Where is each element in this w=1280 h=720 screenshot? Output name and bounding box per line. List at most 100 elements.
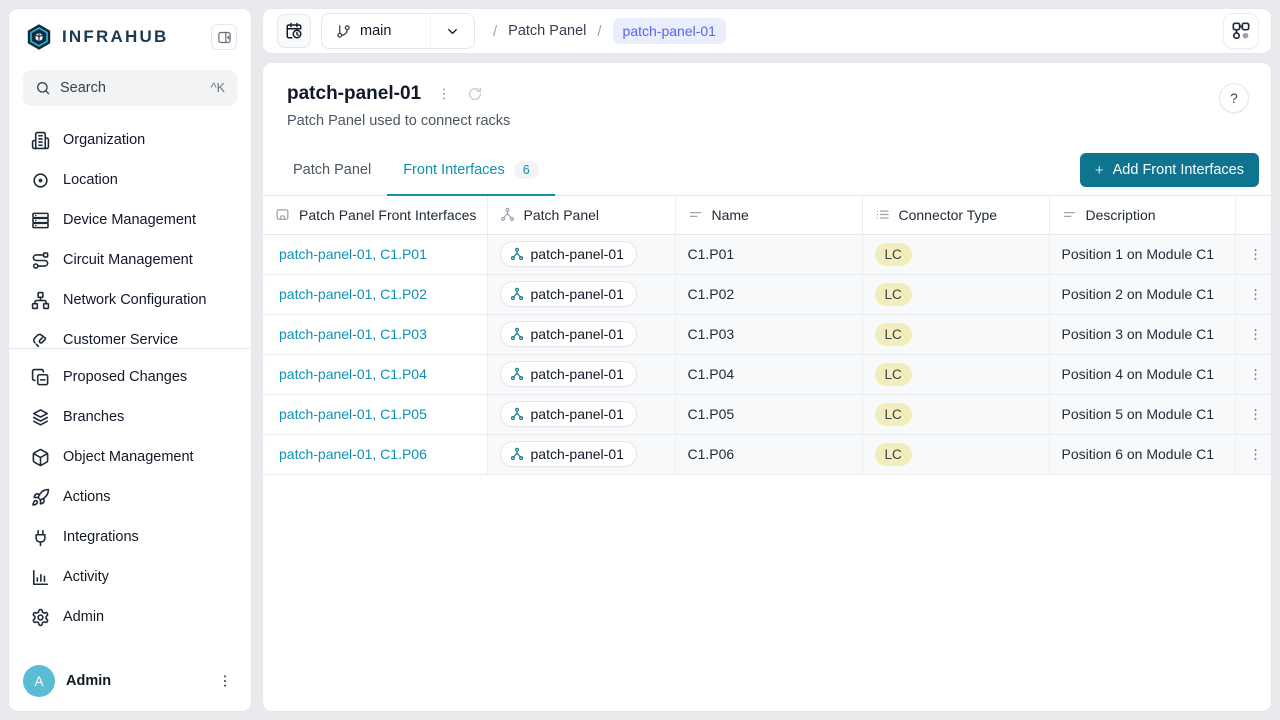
branch-selector[interactable]: main bbox=[321, 13, 475, 49]
sidebar-item[interactable]: Integrations bbox=[21, 517, 239, 557]
calendar-clock-button[interactable] bbox=[277, 14, 311, 48]
table-row[interactable]: patch-panel-01, C1.P06 patch-panel-01 C1… bbox=[263, 434, 1272, 474]
tab-label: Front Interfaces bbox=[403, 162, 505, 178]
sidebar-item-label: Object Management bbox=[63, 449, 194, 465]
connector-type-badge: LC bbox=[875, 443, 912, 466]
locate-icon bbox=[31, 171, 50, 190]
user-menu[interactable]: A Admin bbox=[9, 655, 251, 711]
row-kebab-menu-button[interactable] bbox=[1244, 283, 1266, 305]
tab-front-interfaces[interactable]: Front Interfaces 6 bbox=[387, 145, 555, 195]
cell-patch-panel: patch-panel-01 bbox=[487, 434, 675, 474]
handshake-icon bbox=[31, 331, 50, 349]
patch-panel-chip[interactable]: patch-panel-01 bbox=[500, 281, 637, 307]
row-kebab-menu-button[interactable] bbox=[1244, 403, 1266, 425]
sidebar-item-label: Integrations bbox=[63, 529, 139, 545]
sidebar-item-label: Actions bbox=[63, 489, 111, 505]
patch-panel-chip[interactable]: patch-panel-01 bbox=[500, 241, 637, 267]
column-header[interactable]: Patch Panel Front Interfaces bbox=[263, 196, 487, 234]
branch-selector-value: main bbox=[322, 14, 430, 48]
sidebar-item-label: Device Management bbox=[63, 212, 196, 228]
column-header[interactable]: Connector Type bbox=[862, 196, 1049, 234]
patch-panel-chip[interactable]: patch-panel-01 bbox=[500, 441, 637, 467]
column-header[interactable] bbox=[1235, 196, 1272, 234]
sidebar-item[interactable]: Admin bbox=[21, 597, 239, 637]
cell-name: C1.P05 bbox=[675, 394, 862, 434]
cell-description: Position 4 on Module C1 bbox=[1049, 354, 1235, 394]
sidebar-item[interactable]: Activity bbox=[21, 557, 239, 597]
column-header[interactable]: Patch Panel bbox=[487, 196, 675, 234]
sidebar-item[interactable]: Actions bbox=[21, 477, 239, 517]
table-row[interactable]: patch-panel-01, C1.P04 patch-panel-01 C1… bbox=[263, 354, 1272, 394]
user-kebab-menu-button[interactable] bbox=[213, 669, 237, 693]
kebab-icon bbox=[1248, 287, 1263, 302]
cell-actions bbox=[1235, 234, 1272, 274]
interface-link[interactable]: patch-panel-01, C1.P01 bbox=[279, 246, 427, 262]
sidebar-item-label: Circuit Management bbox=[63, 252, 193, 268]
row-kebab-menu-button[interactable] bbox=[1244, 323, 1266, 345]
sidebar-item[interactable]: Object Management bbox=[21, 437, 239, 477]
interface-link[interactable]: patch-panel-01, C1.P05 bbox=[279, 406, 427, 422]
building-icon bbox=[31, 131, 50, 150]
column-header[interactable]: Name bbox=[675, 196, 862, 234]
branch-name: main bbox=[360, 23, 391, 39]
table-body: patch-panel-01, C1.P01 patch-panel-01 C1… bbox=[263, 234, 1272, 474]
panel-collapse-icon-glyph bbox=[217, 30, 232, 45]
bar-chart-icon bbox=[31, 568, 50, 587]
table-row[interactable]: patch-panel-01, C1.P02 patch-panel-01 C1… bbox=[263, 274, 1272, 314]
refresh-button[interactable] bbox=[467, 86, 483, 102]
interface-link[interactable]: patch-panel-01, C1.P03 bbox=[279, 326, 427, 342]
sidebar-item[interactable]: Customer Service bbox=[21, 320, 239, 348]
hierarchy-icon bbox=[510, 247, 524, 261]
hierarchy-icon bbox=[500, 207, 515, 222]
column-header[interactable]: Description bbox=[1049, 196, 1235, 234]
hierarchy-icon bbox=[510, 287, 524, 301]
breadcrumb-parent[interactable]: Patch Panel bbox=[508, 23, 586, 39]
hierarchy-icon bbox=[510, 407, 524, 421]
cell-description: Position 6 on Module C1 bbox=[1049, 434, 1235, 474]
cell-description: Position 5 on Module C1 bbox=[1049, 394, 1235, 434]
front-interfaces-table: Patch Panel Front Interfaces Patch Panel bbox=[263, 196, 1272, 475]
breadcrumb-current[interactable]: patch-panel-01 bbox=[613, 18, 726, 44]
connector-type-badge: LC bbox=[875, 283, 912, 306]
interface-link[interactable]: patch-panel-01, C1.P06 bbox=[279, 446, 427, 462]
avatar: A bbox=[23, 665, 55, 697]
sidebar-item[interactable]: Proposed Changes bbox=[21, 357, 239, 397]
row-kebab-menu-button[interactable] bbox=[1244, 443, 1266, 465]
sidebar-item[interactable]: Network Configuration bbox=[21, 280, 239, 320]
route-icon bbox=[31, 251, 50, 270]
patch-panel-chip[interactable]: patch-panel-01 bbox=[500, 401, 637, 427]
rocket-icon bbox=[31, 488, 50, 507]
patch-panel-chip[interactable]: patch-panel-01 bbox=[500, 321, 637, 347]
branch-selector-caret[interactable] bbox=[430, 14, 474, 48]
panel-collapse-icon[interactable] bbox=[211, 24, 237, 50]
help-button[interactable]: ? bbox=[1219, 83, 1249, 113]
connector-type-badge: LC bbox=[875, 243, 912, 266]
patch-panel-chip-label: patch-panel-01 bbox=[531, 446, 624, 462]
sidebar-item[interactable]: Device Management bbox=[21, 200, 239, 240]
search-input[interactable]: Search ^K bbox=[23, 70, 237, 106]
cell-actions bbox=[1235, 314, 1272, 354]
sidebar-item[interactable]: Circuit Management bbox=[21, 240, 239, 280]
sidebar-item[interactable]: Branches bbox=[21, 397, 239, 437]
patch-panel-chip[interactable]: patch-panel-01 bbox=[500, 361, 637, 387]
sidebar-item[interactable]: Organization bbox=[21, 120, 239, 160]
search-shortcut: ^K bbox=[211, 81, 225, 95]
interface-link[interactable]: patch-panel-01, C1.P02 bbox=[279, 286, 427, 302]
kebab-icon bbox=[1248, 327, 1263, 342]
table-row[interactable]: patch-panel-01, C1.P05 patch-panel-01 C1… bbox=[263, 394, 1272, 434]
workflow-button[interactable] bbox=[1223, 13, 1259, 49]
plus-icon: + bbox=[1095, 162, 1104, 179]
infrahub-logo-icon bbox=[25, 23, 53, 51]
table-row[interactable]: patch-panel-01, C1.P03 patch-panel-01 C1… bbox=[263, 314, 1272, 354]
tab-patch-panel[interactable]: Patch Panel bbox=[277, 145, 387, 195]
table-row[interactable]: patch-panel-01, C1.P01 patch-panel-01 C1… bbox=[263, 234, 1272, 274]
sidebar-item[interactable]: Location bbox=[21, 160, 239, 200]
patch-panel-chip-label: patch-panel-01 bbox=[531, 246, 624, 262]
workflow-icon bbox=[1231, 21, 1251, 41]
row-kebab-menu-button[interactable] bbox=[1244, 243, 1266, 265]
interface-link[interactable]: patch-panel-01, C1.P04 bbox=[279, 366, 427, 382]
cell-display-label: patch-panel-01, C1.P03 bbox=[263, 314, 487, 354]
row-kebab-menu-button[interactable] bbox=[1244, 363, 1266, 385]
object-kebab-menu-button[interactable] bbox=[436, 86, 452, 102]
add-front-interfaces-button[interactable]: + Add Front Interfaces bbox=[1080, 153, 1259, 187]
